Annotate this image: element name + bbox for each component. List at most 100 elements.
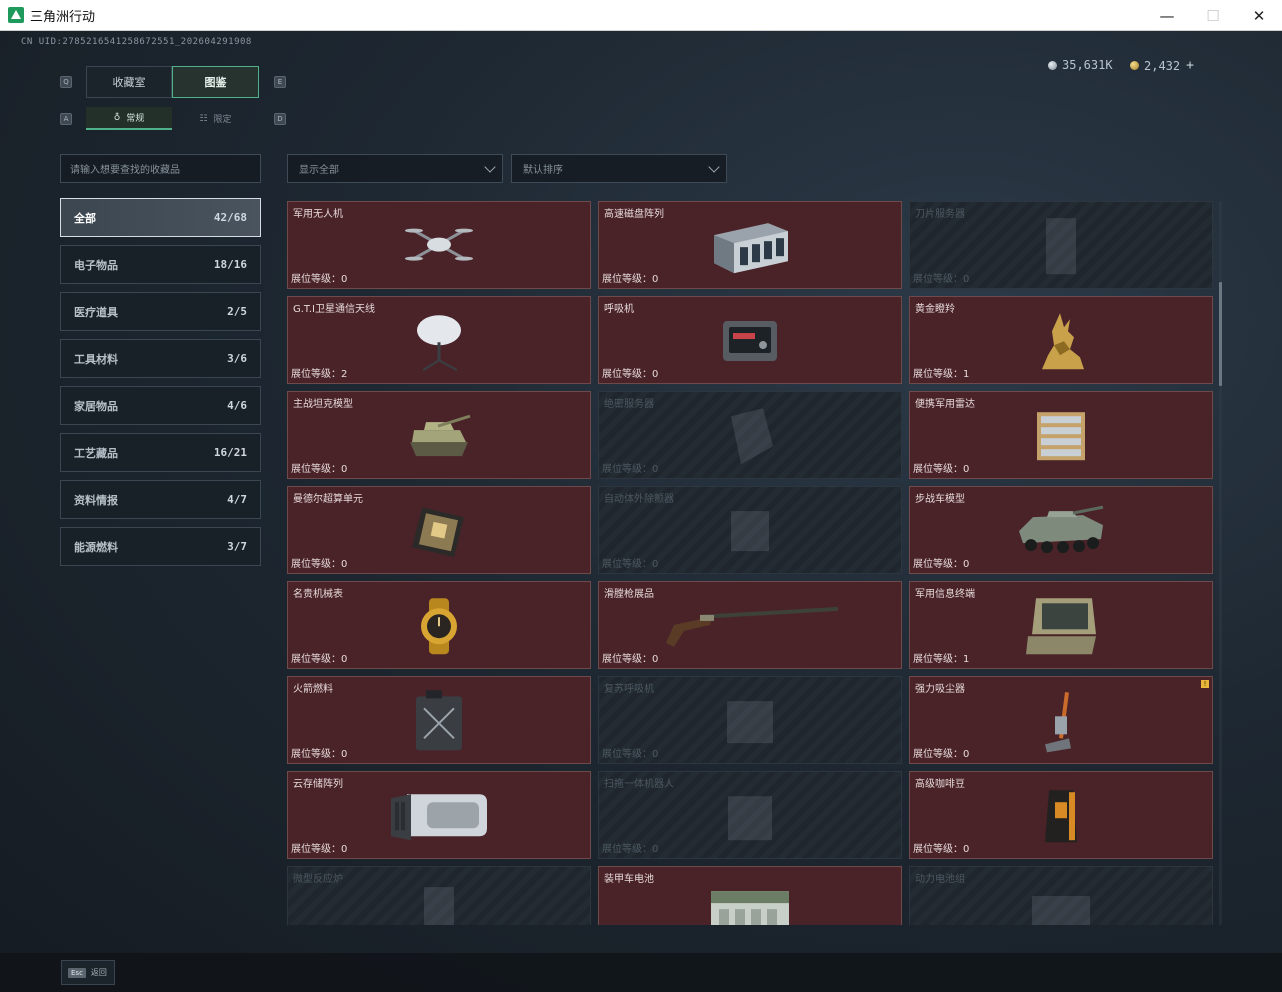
booth-level: 展位等级：0 (602, 840, 658, 855)
booth-level: 展位等级：0 (291, 840, 347, 855)
category-count: 42/68 (213, 211, 247, 224)
new-badge-icon: ! (1201, 680, 1209, 688)
collectible-card[interactable]: 动力电池组 (909, 866, 1213, 925)
search-input[interactable]: 请输入想要查找的收藏品 (60, 154, 261, 183)
tab-collection-room[interactable]: 收藏室 (86, 66, 172, 98)
booth-level-value: 0 (963, 844, 970, 855)
silver-coin-icon (1048, 60, 1057, 70)
radar-icon (1029, 406, 1093, 466)
regular-icon: ♁ (113, 112, 121, 123)
collectible-name: 动力电池组 (915, 874, 965, 885)
booth-level: 展位等级：0 (602, 555, 658, 570)
collectible-card[interactable]: G.T.I卫星通信天线 展位等级：2 (287, 296, 591, 384)
subtab-limited[interactable]: ☷ 限定 (172, 107, 259, 130)
collectible-name: 高级咖啡豆 (915, 779, 965, 790)
compute-unit-icon (408, 501, 470, 561)
sort-dropdown[interactable]: 默认排序 (511, 154, 727, 183)
booth-level-value: 0 (652, 274, 659, 285)
booth-level-value: 0 (963, 749, 970, 760)
booth-level-prefix: 展位等级： (913, 464, 963, 475)
collectible-card[interactable]: 复苏呼吸机 展位等级：0 (598, 676, 902, 764)
booth-level: 展位等级：0 (602, 460, 658, 475)
booth-level-prefix: 展位等级： (602, 749, 652, 760)
collectible-card[interactable]: 绝密服务器 展位等级：0 (598, 391, 902, 479)
category-item[interactable]: 医疗道具 2/5 (60, 292, 261, 331)
booth-level-prefix: 展位等级： (602, 369, 652, 380)
disk-array-icon (708, 217, 792, 275)
collectible-card[interactable]: 便携军用雷达 展位等级：0 (909, 391, 1213, 479)
booth-level: 展位等级：0 (602, 650, 658, 665)
booth-level-value: 0 (341, 654, 348, 665)
collectible-card[interactable]: 自动体外除颤器展位等级：0 (598, 486, 902, 574)
window-title: 三角洲行动 (30, 9, 96, 25)
defibrillator-icon (725, 503, 775, 559)
booth-level: 展位等级：0 (291, 555, 347, 570)
collectible-name: 装甲车电池 (604, 874, 654, 885)
gold-coin-icon (1130, 61, 1139, 70)
collectible-name: 步战车模型 (915, 494, 965, 505)
collectible-card[interactable]: 黄金瞪羚 展位等级：1 (909, 296, 1213, 384)
minimize-button[interactable]: — (1144, 0, 1190, 31)
tab-catalog[interactable]: 图鉴 (172, 66, 259, 98)
collectible-card[interactable]: 扫拖一体机器人 展位等级：0 (598, 771, 902, 859)
booth-level-value: 0 (963, 274, 970, 285)
collectible-card[interactable]: 高级咖啡豆 展位等级：0 (909, 771, 1213, 859)
collectible-card[interactable]: 军用信息终端 展位等级：1 (909, 581, 1213, 669)
drone-icon (404, 219, 474, 274)
back-label: 返回 (90, 968, 107, 977)
collectible-card[interactable]: 高速磁盘阵列 展位等级：0 (598, 201, 902, 289)
blade-server-icon (1041, 216, 1081, 276)
booth-level: 展位等级：0 (913, 745, 969, 760)
collectible-card[interactable]: 名贵机械表 展位等级：0 (287, 581, 591, 669)
category-item[interactable]: 工具材料 3/6 (60, 339, 261, 378)
cloud-storage-icon (387, 786, 491, 846)
category-item[interactable]: 能源燃料 3/7 (60, 527, 261, 566)
collectible-card[interactable]: 军用无人机 展位等级：0 (287, 201, 591, 289)
booth-level: 展位等级：0 (602, 365, 658, 380)
musket-icon (660, 603, 840, 649)
booth-level: 展位等级：0 (602, 745, 658, 760)
back-button[interactable]: Esc 返回 (61, 960, 115, 985)
category-item[interactable]: 家居物品 4/6 (60, 386, 261, 425)
display-filter-label: 显示全部 (299, 165, 339, 176)
collectible-card[interactable]: 云存储阵列 展位等级：0 (287, 771, 591, 859)
collectible-name: 黄金瞪羚 (915, 304, 955, 315)
collectible-card[interactable]: 滑膛枪展品 展位等级：0 (598, 581, 902, 669)
display-filter-dropdown[interactable]: 显示全部 (287, 154, 503, 183)
category-item[interactable]: 全部 42/68 (60, 198, 261, 237)
add-currency-button[interactable]: + (1186, 58, 1194, 73)
category-item[interactable]: 电子物品 18/16 (60, 245, 261, 284)
collectible-name: 自动体外除颤器 (604, 494, 674, 505)
category-item[interactable]: 资料情报 4/7 (60, 480, 261, 519)
booth-level-prefix: 展位等级： (913, 559, 963, 570)
maximize-button[interactable]: ☐ (1190, 0, 1236, 31)
subtab-regular[interactable]: ♁ 常规 (86, 107, 172, 130)
booth-level: 展位等级：0 (291, 270, 347, 285)
collectible-card[interactable]: 呼吸机 展位等级：0 (598, 296, 902, 384)
close-button[interactable]: ✕ (1236, 0, 1282, 31)
collectible-card[interactable]: 强力吸尘器 展位等级：0! (909, 676, 1213, 764)
collectible-card[interactable]: 微型反应炉 (287, 866, 591, 925)
collectible-card[interactable]: 步战车模型 展位等级：0 (909, 486, 1213, 574)
category-count: 3/7 (227, 540, 247, 553)
collectible-card[interactable]: 火箭燃料 展位等级：0 (287, 676, 591, 764)
silver-currency: 35,631K (1048, 58, 1113, 72)
collectible-name: 主战坦克模型 (293, 399, 353, 410)
server-icon (723, 406, 777, 466)
category-item[interactable]: 工艺藏品 16/21 (60, 433, 261, 472)
booth-level-prefix: 展位等级： (291, 559, 341, 570)
category-label: 医疗道具 (74, 305, 118, 319)
footer-bar (0, 953, 1282, 992)
category-label: 全部 (74, 211, 96, 225)
limited-icon: ☷ (199, 113, 208, 124)
category-count: 2/5 (227, 305, 247, 318)
collectible-card[interactable]: 曼德尔超算单元 展位等级：0 (287, 486, 591, 574)
a-key-hint: A (60, 113, 72, 125)
booth-level-prefix: 展位等级： (291, 844, 341, 855)
collectible-card[interactable]: 刀片服务器 展位等级：0 (909, 201, 1213, 289)
window-titlebar: 三角洲行动 — ☐ ✕ (0, 0, 1282, 31)
scrollbar-thumb[interactable] (1219, 282, 1222, 386)
game-viewport: CN UID:2785216541258672551_202604291908 … (0, 31, 1282, 992)
collectible-card[interactable]: 主战坦克模型 展位等级：0 (287, 391, 591, 479)
collectible-card[interactable]: 装甲车电池 (598, 866, 902, 925)
